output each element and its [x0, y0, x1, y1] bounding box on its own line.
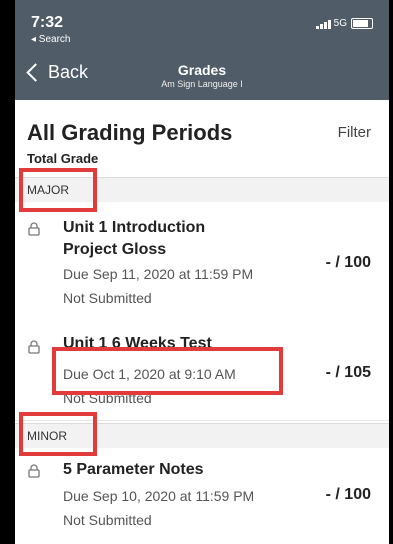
highlight-box-minor: [19, 412, 97, 456]
assignment-due: Due Sep 10, 2020 at 11:59 PM: [63, 488, 255, 504]
back-to-app-link[interactable]: ◂ Search: [31, 34, 70, 45]
highlight-box-major: [19, 168, 97, 212]
assignment-score: - / 100: [325, 254, 371, 271]
signal-icon: [315, 19, 331, 29]
assignment-title: 5 Parameter Notes: [63, 461, 204, 478]
assignment-status: Not Submitted: [63, 290, 152, 306]
assignment-score: - / 105: [325, 364, 371, 381]
status-time: 7:32: [31, 14, 64, 31]
assignment-row[interactable]: Unit 1 Introduction Project Gloss Due Se…: [15, 202, 389, 323]
assignment-title-line2: Project Gloss: [63, 241, 167, 258]
battery-icon: [351, 18, 373, 29]
lock-icon: [27, 464, 41, 478]
assignment-status: Not Submitted: [63, 512, 152, 528]
assignment-score: - / 100: [325, 486, 371, 503]
nav-title: Grades: [177, 62, 227, 78]
page-title: All Grading Periods: [27, 120, 233, 145]
assignment-row[interactable]: 5 Parameter Notes Due Sep 10, 2020 at 11…: [15, 448, 389, 544]
assignment-due: Due Sep 11, 2020 at 11:59 PM: [63, 266, 254, 282]
assignment-title: Unit 1 Introduction: [63, 219, 206, 236]
nav-title-area: Grades Am Sign Language I: [15, 62, 389, 89]
total-grade-label: Total Grade: [27, 151, 99, 166]
lock-icon: [27, 340, 41, 354]
nav-subtitle: Am Sign Language I: [161, 79, 243, 89]
status-indicators: 5G: [315, 18, 373, 29]
top-bar: 7:32 ◂ Search 5G Back Grades Am Sign Lan…: [15, 0, 389, 100]
network-label: 5G: [333, 18, 347, 29]
lock-icon: [27, 222, 41, 236]
phone-screen: 7:32 ◂ Search 5G Back Grades Am Sign Lan…: [15, 0, 389, 544]
highlight-box-due-date: [52, 347, 283, 395]
filter-button[interactable]: Filter: [338, 124, 371, 141]
